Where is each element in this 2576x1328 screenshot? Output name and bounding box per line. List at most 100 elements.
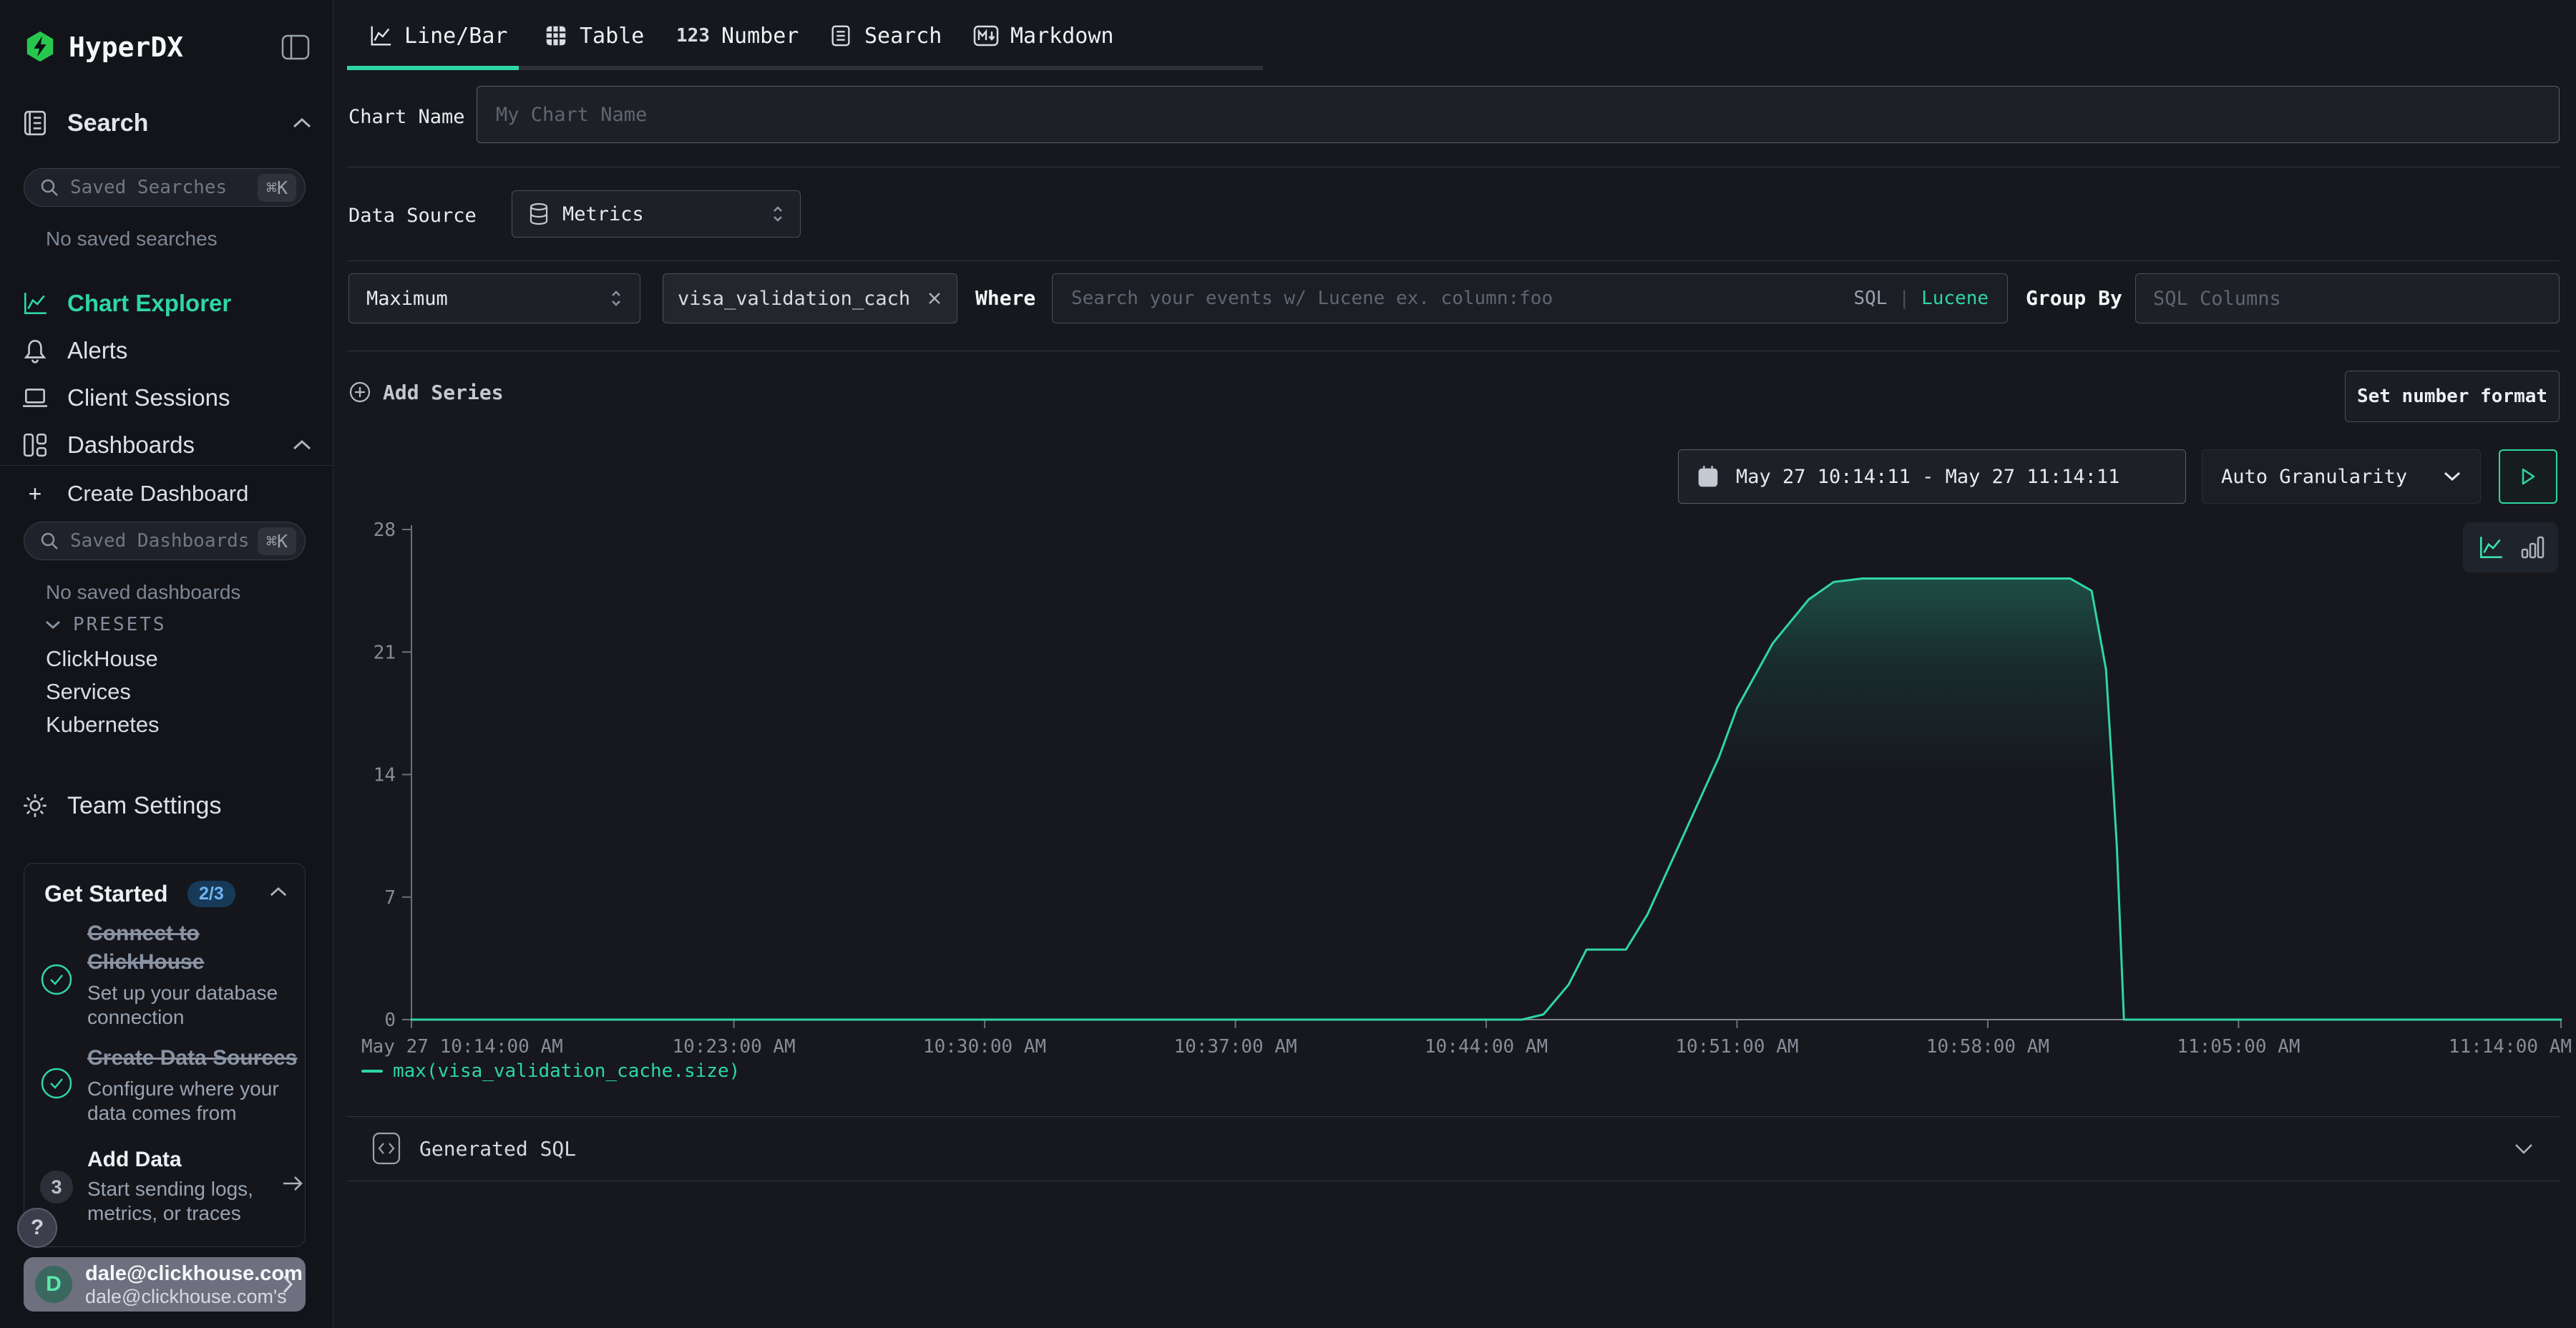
shortcut-badge: ⌘K: [258, 527, 296, 555]
sidebar-item-label: Dashboards: [67, 431, 273, 459]
get-started-item-add-data[interactable]: Add Data Start sending logs, metrics, or…: [87, 1146, 280, 1226]
metric-tag[interactable]: visa_validation_cach: [663, 273, 957, 323]
add-series-label: Add Series: [383, 381, 504, 404]
chevron-up-icon[interactable]: [269, 887, 288, 897]
task-desc: Set up your database: [87, 981, 295, 1005]
get-started-panel: Get Started 2/3 Connect to ClickHouse Se…: [24, 863, 306, 1247]
saved-dashboards-input[interactable]: [70, 530, 248, 552]
date-range-picker[interactable]: May 27 10:14:11 - May 27 11:14:11: [1678, 449, 2186, 504]
notebook-icon: [21, 109, 49, 137]
task-title: ClickHouse: [87, 948, 295, 977]
svg-text:10:37:00 AM: 10:37:00 AM: [1174, 1036, 1297, 1058]
123-icon: 123: [676, 25, 710, 47]
sidebar-item-dashboards[interactable]: Dashboards: [0, 426, 333, 464]
sql-mode-toggle[interactable]: SQL: [1853, 288, 1887, 309]
add-series-button[interactable]: Add Series: [348, 376, 504, 408]
chevron-up-icon: [292, 439, 312, 451]
search-icon: [39, 177, 60, 198]
step-number-badge: 3: [40, 1171, 73, 1204]
create-dashboard-label: Create Dashboard: [67, 481, 312, 507]
sidebar-section-search-label: Search: [67, 109, 273, 137]
task-desc: metrics, or traces: [87, 1201, 280, 1226]
table-icon: [544, 24, 568, 48]
saved-searches-search[interactable]: ⌘K: [24, 168, 306, 207]
divider: [347, 260, 2560, 261]
svg-text:11:05:00 AM: 11:05:00 AM: [2177, 1036, 2300, 1058]
tab-label: Markdown: [1010, 24, 1114, 49]
generated-sql-toggle[interactable]: Generated SQL: [347, 1116, 2560, 1181]
run-query-button[interactable]: [2499, 449, 2557, 504]
sidebar-item-label: Team Settings: [67, 792, 312, 820]
sidebar-item-client-sessions[interactable]: Client Sessions: [0, 379, 333, 416]
sidebar-item-alerts[interactable]: Alerts: [0, 332, 333, 369]
tab-label: Search: [864, 24, 942, 49]
set-number-format-button[interactable]: Set number format: [2345, 371, 2560, 422]
get-started-item-connect[interactable]: Connect to ClickHouse Set up your databa…: [87, 919, 295, 1030]
laptop-icon: [21, 384, 49, 411]
lucene-search-input[interactable]: [1071, 288, 1839, 309]
svg-text:0: 0: [384, 1010, 396, 1031]
group-by-field[interactable]: [2135, 273, 2560, 323]
task-desc: data comes from: [87, 1101, 302, 1126]
preset-kubernetes[interactable]: Kubernetes: [46, 712, 160, 738]
tab-label: Table: [580, 24, 644, 49]
document-list-icon: [829, 24, 853, 48]
lucene-search-field[interactable]: SQL | Lucene: [1052, 273, 2008, 323]
svg-text:21: 21: [374, 642, 396, 663]
lucene-mode-toggle[interactable]: Lucene: [1921, 288, 1989, 309]
tab-label: Line/Bar: [404, 24, 508, 49]
where-label: Where: [975, 286, 1035, 310]
chart-name-input[interactable]: [496, 104, 2540, 126]
svg-text:10:58:00 AM: 10:58:00 AM: [1926, 1036, 2049, 1058]
data-source-select[interactable]: Metrics: [512, 190, 801, 238]
presets-header[interactable]: PRESETS: [44, 614, 167, 635]
group-by-input[interactable]: [2153, 288, 2542, 310]
svg-text:10:23:00 AM: 10:23:00 AM: [673, 1036, 796, 1058]
sidebar-item-label: Client Sessions: [67, 384, 312, 411]
legend-swatch: [361, 1070, 383, 1073]
saved-searches-input[interactable]: [70, 177, 248, 198]
svg-text:10:44:00 AM: 10:44:00 AM: [1425, 1036, 1548, 1058]
dashboard-grid-icon: [21, 431, 49, 459]
svg-text:14: 14: [374, 765, 396, 786]
metric-tag-label: visa_validation_cach: [678, 288, 915, 310]
sidebar-item-label: Alerts: [67, 337, 312, 364]
granularity-select[interactable]: Auto Granularity: [2202, 449, 2481, 504]
avatar: D: [35, 1266, 72, 1303]
check-circle-icon: [40, 963, 73, 996]
tab-line-bar[interactable]: Line/Bar: [369, 19, 508, 53]
user-profile-button[interactable]: D dale@clickhouse.com dale@clickhouse.co…: [24, 1257, 306, 1312]
aggregation-value: Maximum: [366, 288, 610, 310]
generated-sql-label: Generated SQL: [419, 1137, 576, 1161]
sidebar-item-team-settings[interactable]: Team Settings: [0, 787, 333, 824]
user-email: dale@clickhouse.com: [85, 1261, 268, 1286]
svg-text:28: 28: [374, 519, 396, 541]
plus-circle-icon: [348, 381, 371, 404]
time-series-chart[interactable]: 07142128May 27 10:14:00 AM10:23:00 AM10:…: [347, 517, 2576, 1060]
saved-dashboards-search[interactable]: ⌘K: [24, 522, 306, 560]
get-started-title: Get Started: [44, 881, 167, 907]
help-button[interactable]: ?: [17, 1208, 57, 1248]
aggregation-select[interactable]: Maximum: [348, 273, 640, 323]
close-icon[interactable]: [927, 290, 942, 306]
tab-markdown[interactable]: Markdown: [973, 19, 1114, 53]
preset-services[interactable]: Services: [46, 679, 131, 705]
tab-underline-track: [519, 66, 1263, 70]
presets-label: PRESETS: [73, 614, 167, 635]
tab-search[interactable]: Search: [829, 19, 942, 53]
preset-clickhouse[interactable]: ClickHouse: [46, 646, 158, 672]
tab-table[interactable]: Table: [544, 19, 644, 53]
chevron-up-icon: [292, 117, 312, 129]
get-started-item-sources[interactable]: Create Data Sources Configure where your…: [87, 1044, 302, 1126]
sidebar-collapse-icon[interactable]: [280, 33, 311, 62]
sidebar-section-search[interactable]: Search: [0, 106, 333, 140]
shortcut-badge: ⌘K: [258, 174, 296, 202]
tab-number[interactable]: 123 Number: [676, 19, 799, 53]
sidebar-item-chart-explorer[interactable]: Chart Explorer: [0, 285, 333, 322]
create-dashboard-button[interactable]: + Create Dashboard: [0, 478, 333, 509]
active-tab-indicator: [347, 66, 519, 70]
chart-name-field[interactable]: [477, 86, 2560, 143]
task-title: Add Data: [87, 1146, 280, 1174]
chevron-down-icon: [2514, 1143, 2534, 1155]
chevron-down-icon: [44, 620, 62, 630]
